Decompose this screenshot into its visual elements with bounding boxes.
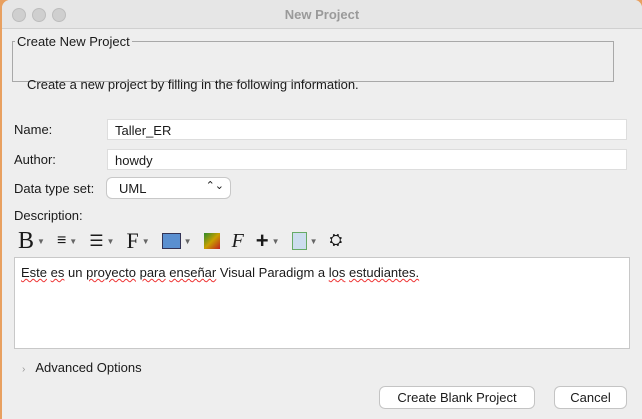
group-description: Create a new project by filling in the f… — [27, 77, 359, 92]
align-button[interactable]: ≡ ▼ — [57, 232, 77, 250]
datatype-label: Data type set: — [14, 181, 95, 196]
create-blank-project-button[interactable]: Create Blank Project — [380, 387, 534, 408]
list-button[interactable]: ☰ ▼ — [89, 231, 114, 251]
word: estudiantes. — [349, 265, 420, 280]
title-bar: New Project — [2, 0, 642, 29]
name-label: Name: — [14, 122, 53, 137]
editor-toolbar: B ▼ ≡ ▼ ☰ ▼ F ▼ ▼ F + ▼ ▼ ⛭ — [18, 228, 354, 255]
color-palette-icon — [203, 233, 220, 249]
word: es — [50, 265, 65, 280]
image-button[interactable]: ▼ — [291, 232, 317, 250]
author-label: Author: — [14, 152, 56, 167]
description-editor[interactable]: Este es un proyecto para enseñar Visual … — [14, 257, 630, 349]
clear-format-icon: F — [231, 229, 244, 252]
create-project-group: Create New Project Create a new project … — [12, 34, 614, 92]
word: para — [139, 265, 166, 280]
new-project-dialog: New Project Create New Project Create a … — [2, 0, 642, 419]
table-icon — [161, 233, 181, 249]
list-icon: ☰ — [89, 233, 104, 250]
align-icon: ≡ — [56, 232, 67, 249]
datatype-value: UML — [119, 181, 147, 196]
chevron-right-icon: › — [22, 364, 26, 375]
find-button[interactable]: ⛭ — [329, 232, 342, 250]
binoculars-icon: ⛭ — [329, 232, 343, 249]
word: Este — [21, 265, 48, 280]
advanced-options-toggle[interactable]: › Advanced Options — [22, 360, 142, 375]
group-legend: Create New Project — [17, 34, 130, 49]
document-icon — [291, 232, 307, 250]
color-button[interactable] — [203, 233, 220, 249]
updown-chevron-icon: ⌃⌄ — [205, 180, 224, 192]
clear-format-button[interactable]: F — [232, 230, 244, 253]
table-button[interactable]: ▼ — [161, 233, 192, 249]
cancel-button[interactable]: Cancel — [555, 387, 626, 408]
bold-button[interactable]: B ▼ — [18, 228, 45, 255]
advanced-options-label: Advanced Options — [35, 360, 142, 375]
plus-icon: + — [255, 228, 269, 253]
author-input[interactable]: howdy — [107, 149, 627, 170]
description-label: Description: — [14, 208, 83, 223]
word: enseñar — [169, 265, 217, 280]
font-icon: F — [126, 228, 139, 253]
insert-button[interactable]: + ▼ — [256, 228, 280, 254]
word: Visual Paradigm a — [219, 265, 326, 280]
font-button[interactable]: F ▼ — [126, 228, 149, 254]
word: proyecto — [86, 265, 136, 280]
word: los — [328, 265, 346, 280]
name-input[interactable]: Taller_ER — [107, 119, 627, 140]
word: un — [68, 265, 83, 280]
window-title: New Project — [284, 7, 360, 22]
bold-icon: B — [18, 227, 35, 254]
datatype-select[interactable]: UML ⌃⌄ — [107, 178, 230, 198]
